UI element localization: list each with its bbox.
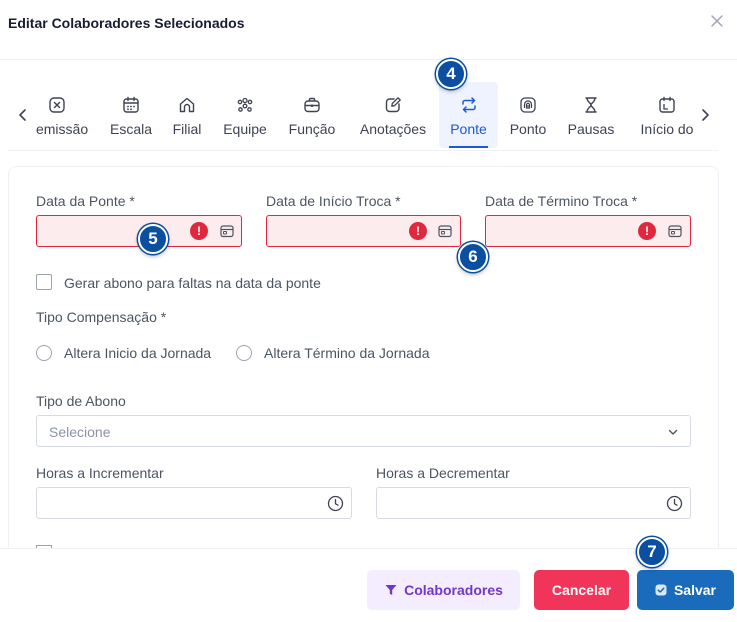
tab-ponte[interactable]: Ponte [439,82,498,148]
error-icon: ! [638,222,656,240]
clock-icon[interactable] [327,495,344,512]
filter-icon [385,585,397,595]
tab-label: Anotações [359,121,427,137]
tab-equipe[interactable]: Equipe [219,82,271,148]
gerar-abono-checkbox[interactable] [36,274,52,290]
save-button-label: Salvar [673,582,717,598]
step-badge-5: 5 [138,224,168,254]
tab-label: Equipe [223,121,267,137]
tab-label: Pausas [567,121,615,137]
step-badge-6: 6 [458,242,488,272]
data-inicio-troca-input[interactable]: ! [266,215,461,247]
calendar-icon [123,96,139,113]
altera-termino-radio[interactable] [236,345,252,361]
tab-anotacoes[interactable]: Anotações [354,82,432,148]
cancel-button[interactable]: Cancelar [534,570,629,610]
cancel-button-label: Cancelar [551,582,612,598]
briefcase-icon [304,97,320,113]
data-inicio-troca-label: Data de Início Troca * [266,193,401,209]
tabs-next-arrow-icon[interactable] [698,107,712,123]
tab-escala[interactable]: Escala [102,82,160,148]
tab-label: Filial [172,121,202,137]
calendar-clock-icon [659,96,675,113]
modal-title: Editar Colaboradores Selecionados [8,15,245,31]
swap-icon [461,97,476,113]
tab-inicio[interactable]: Início do [632,82,694,148]
calendar-icon[interactable] [668,224,682,238]
home-icon [179,97,195,113]
tab-ponto[interactable]: Ponto [505,82,551,148]
step-badge-4: 4 [436,59,466,89]
chevron-down-icon [668,429,678,435]
data-termino-troca-label: Data de Término Troca * [485,193,638,209]
tab-label: Demissão [36,121,89,137]
calendar-icon[interactable] [438,224,452,238]
calendar-icon[interactable] [220,224,234,238]
tabs-bar: Demissão Escala Filial Equipe [36,80,694,152]
save-button[interactable]: Salvar [637,570,734,610]
fingerprint-icon [520,97,536,113]
altera-termino-label: Altera Término da Jornada [264,345,430,361]
tab-label: Início do [640,121,694,137]
tipo-compensacao-label: Tipo Compensação * [36,309,167,325]
tab-label: Função [288,121,336,137]
clock-icon[interactable] [666,495,683,512]
tabs-divider [8,150,718,151]
header-divider [0,59,737,60]
horas-decrementar-input[interactable] [376,487,691,519]
data-termino-troca-input[interactable]: ! [485,215,691,247]
select-placeholder: Selecione [49,424,111,440]
step-badge-7: 7 [637,537,667,567]
team-icon [237,97,253,112]
altera-inicio-label: Altera Inicio da Jornada [64,345,212,361]
tab-label: Ponto [509,121,547,137]
tabs-prev-arrow-icon[interactable] [16,107,30,123]
modal-header: Editar Colaboradores Selecionados [0,0,737,48]
tab-label: Escala [109,121,153,137]
colaboradores-button[interactable]: Colaboradores [367,570,520,610]
altera-inicio-radio[interactable] [36,345,52,361]
tab-filial[interactable]: Filial [167,82,207,148]
horas-incrementar-input[interactable] [36,487,352,519]
hourglass-icon [585,97,597,113]
tab-pausas[interactable]: Pausas [564,82,618,148]
tab-label: Ponte [450,121,487,137]
close-icon[interactable] [710,14,724,28]
colaboradores-button-label: Colaboradores [404,582,503,598]
check-circle-icon [655,584,667,596]
error-icon: ! [190,222,208,240]
horas-incrementar-label: Horas a Incrementar [36,465,164,481]
gerar-abono-label: Gerar abono para faltas na data da ponte [64,275,321,291]
close-square-icon [49,97,65,113]
edit-note-icon [385,97,401,113]
error-icon: ! [409,222,427,240]
tipo-abono-select[interactable]: Selecione [36,415,691,447]
tab-funcao[interactable]: Função [284,82,340,148]
data-ponte-label: Data da Ponte * [36,193,135,209]
tab-demissao[interactable]: Demissão [36,82,90,148]
tipo-abono-label: Tipo de Abono [36,393,126,409]
horas-decrementar-label: Horas a Decrementar [376,465,510,481]
